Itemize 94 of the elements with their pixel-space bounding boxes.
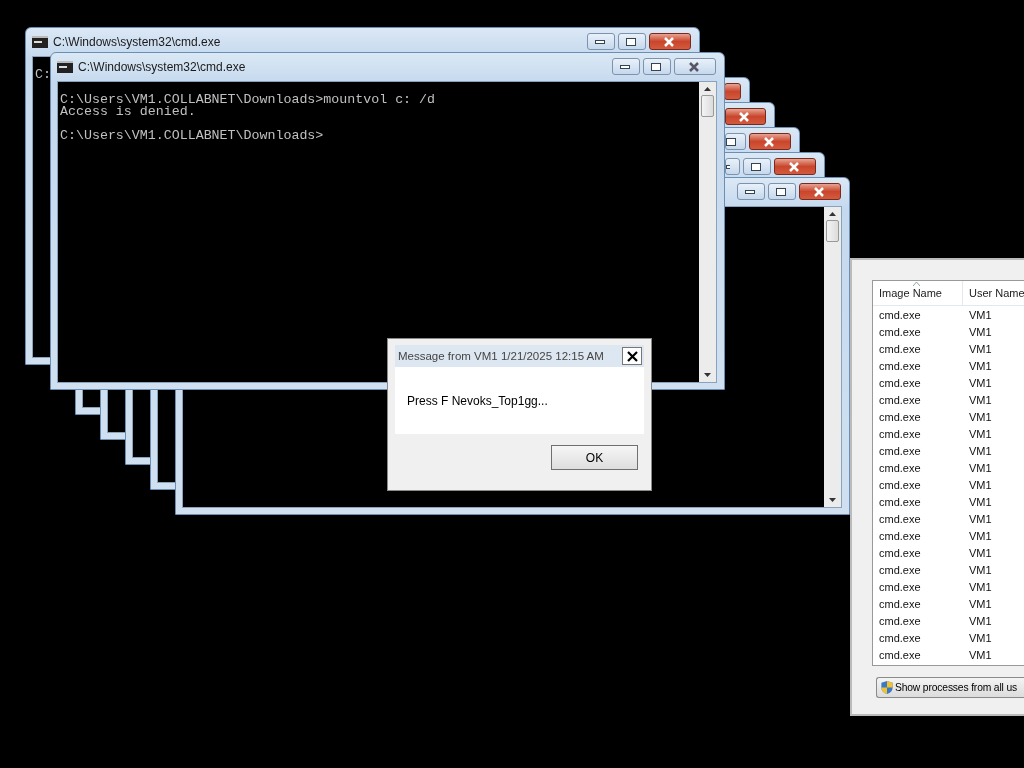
table-cell-text: VM1 <box>968 495 992 508</box>
table-cell-text: cmd.exe <box>878 614 922 627</box>
table-cell-text: cmd.exe <box>878 546 922 559</box>
table-cell-text: cmd.exe <box>878 308 922 321</box>
table-cell-text: VM1 <box>968 512 992 525</box>
close-icon <box>813 186 825 197</box>
table-cell-text: VM1 <box>968 648 992 661</box>
minimize-icon <box>745 189 755 194</box>
maximize-icon <box>751 162 761 171</box>
table-cell-text: cmd.exe <box>878 444 922 457</box>
maximize-icon <box>776 187 786 196</box>
table-cell-text: VM1 <box>968 478 992 491</box>
table-cell-text: cmd.exe <box>878 461 922 474</box>
close-button[interactable] <box>622 347 642 365</box>
close-button[interactable] <box>749 133 791 150</box>
close-button[interactable] <box>649 33 691 50</box>
scrollbar[interactable] <box>699 82 716 382</box>
table-cell-text: VM1 <box>968 376 992 389</box>
dialog-title: Message from VM1 1/21/2025 12:15 AM <box>398 350 604 362</box>
minimize-button[interactable] <box>587 33 615 50</box>
close-icon <box>788 161 800 172</box>
console-line: C:\Users\VM1.COLLABNET\Downloads> <box>60 130 325 142</box>
ok-button[interactable]: OK <box>551 445 638 470</box>
minimize-icon <box>620 64 630 69</box>
table-cell-text: cmd.exe <box>878 512 922 525</box>
maximize-button[interactable] <box>725 133 746 150</box>
table-cell-text: cmd.exe <box>878 529 922 542</box>
table-cell-text: VM1 <box>968 325 992 338</box>
table-cell-text: cmd.exe <box>878 597 922 610</box>
table-cell-text: VM1 <box>968 461 992 474</box>
table-cell-text: cmd.exe <box>878 342 922 355</box>
close-icon <box>688 61 700 72</box>
maximize-icon <box>626 37 636 46</box>
window-title: C:\Windows\system32\cmd.exe <box>78 60 246 74</box>
table-cell-text: VM1 <box>968 631 992 644</box>
window-title: C:\Windows\system32\cmd.exe <box>53 35 221 49</box>
console-icon <box>32 36 48 48</box>
table-cell-text: VM1 <box>968 529 992 542</box>
maximize-icon <box>726 137 736 146</box>
table-cell-text: VM1 <box>968 308 992 321</box>
console-line: C: <box>35 69 52 81</box>
show-processes-button[interactable]: Show processes from all us <box>876 677 1024 698</box>
scroll-up-icon[interactable] <box>704 87 711 91</box>
maximize-icon <box>651 62 661 71</box>
maximize-button[interactable] <box>643 58 671 75</box>
table-cell-text: cmd.exe <box>878 427 922 440</box>
dialog-message: Press F Nevoks_Top1gg... <box>407 393 548 408</box>
console-line: Access is denied. <box>60 106 197 118</box>
close-icon <box>738 111 750 122</box>
table-cell-text: cmd.exe <box>878 495 922 508</box>
maximize-button[interactable] <box>768 183 796 200</box>
scrollbar[interactable] <box>824 207 841 507</box>
table-cell-text: cmd.exe <box>878 410 922 423</box>
table-cell-text: VM1 <box>968 427 992 440</box>
scroll-thumb[interactable] <box>701 95 714 117</box>
close-button[interactable] <box>799 183 841 200</box>
scroll-up-icon[interactable] <box>829 212 836 216</box>
close-button[interactable] <box>774 158 816 175</box>
table-cell-text: VM1 <box>968 342 992 355</box>
close-icon <box>626 350 638 362</box>
close-button[interactable] <box>674 58 716 75</box>
minimize-button[interactable] <box>725 158 740 175</box>
close-icon <box>763 136 775 147</box>
table-cell-text: cmd.exe <box>878 631 922 644</box>
table-cell-text: VM1 <box>968 444 992 457</box>
scroll-down-icon[interactable] <box>829 498 836 502</box>
close-icon <box>663 36 675 47</box>
table-cell-text: VM1 <box>968 410 992 423</box>
table-cell-text: cmd.exe <box>878 359 922 372</box>
minimize-button[interactable] <box>612 58 640 75</box>
table-cell-text: cmd.exe <box>878 325 922 338</box>
maximize-button[interactable] <box>618 33 646 50</box>
table-cell-text: cmd.exe <box>878 648 922 661</box>
table-cell-text: cmd.exe <box>878 580 922 593</box>
maximize-button[interactable] <box>743 158 771 175</box>
table-cell-text: cmd.exe <box>878 478 922 491</box>
scroll-thumb[interactable] <box>826 220 839 242</box>
table-cell-text: VM1 <box>968 597 992 610</box>
console-line: C:\Users\VM1.COLLABNET\Downloads>mountvol c: /d <box>60 94 437 106</box>
shield-icon <box>880 680 894 695</box>
minimize-button[interactable] <box>737 183 765 200</box>
minimize-icon <box>595 39 605 44</box>
table-cell-text: VM1 <box>968 614 992 627</box>
table-cell-text: VM1 <box>968 393 992 406</box>
table-cell-text: VM1 <box>968 563 992 576</box>
table-cell-text: VM1 <box>968 580 992 593</box>
console-icon <box>57 61 73 73</box>
close-button[interactable] <box>725 108 766 125</box>
scroll-down-icon[interactable] <box>704 373 711 377</box>
table-cell-text: VM1 <box>968 359 992 372</box>
table-cell-text: cmd.exe <box>878 563 922 576</box>
table-cell-text: VM1 <box>968 546 992 559</box>
table-cell-text: cmd.exe <box>878 393 922 406</box>
table-cell-text: cmd.exe <box>878 376 922 389</box>
